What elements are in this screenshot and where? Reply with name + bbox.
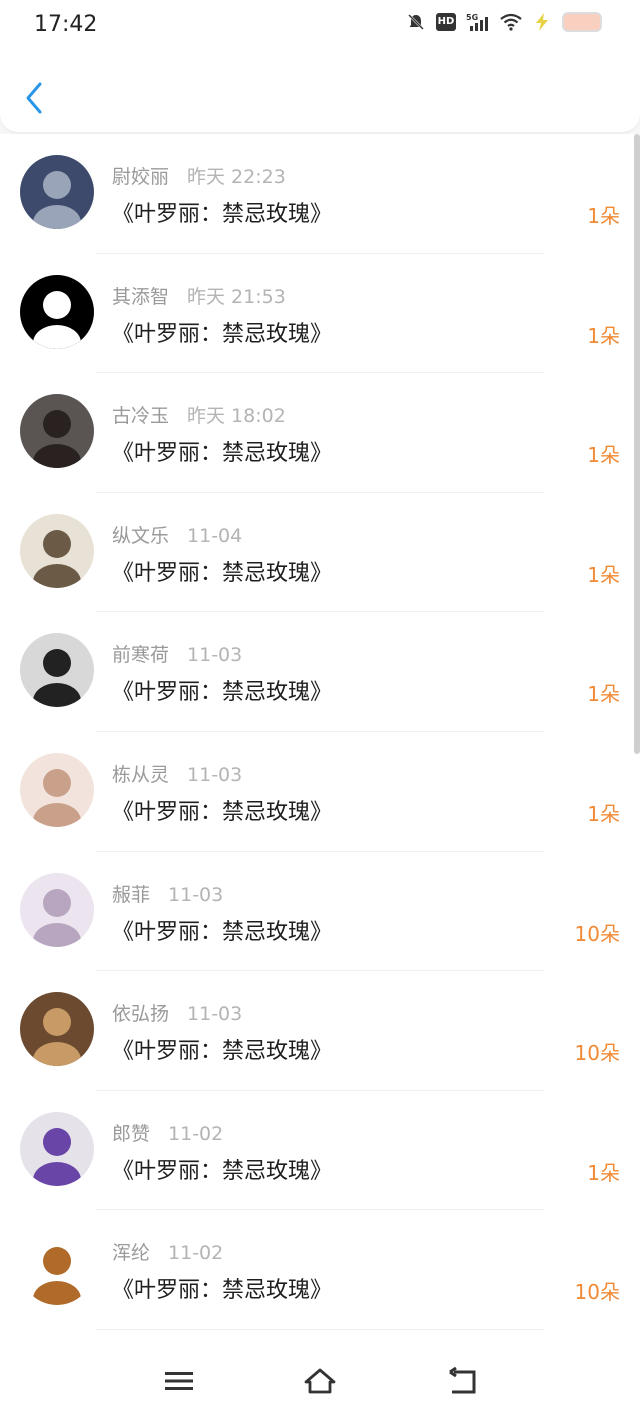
flower-count: 1朵 <box>587 1160 620 1185</box>
avatar[interactable] <box>20 394 94 469</box>
date-label: 11-03 <box>168 883 224 906</box>
top-header: 17:42 HD 5G <box>0 0 640 132</box>
avatar-image <box>20 1231 94 1306</box>
avatar-image <box>20 992 94 1067</box>
date-label: 11-02 <box>168 1122 224 1145</box>
date-label: 11-03 <box>187 763 243 786</box>
status-time: 17:42 <box>34 12 98 37</box>
back-icon[interactable] <box>444 1366 480 1396</box>
flower-count: 10朵 <box>574 921 620 946</box>
flower-count: 10朵 <box>574 1280 620 1305</box>
book-title: 《叶罗丽：禁忌玫瑰》 <box>112 1278 333 1304</box>
date-label: 11-03 <box>187 1003 243 1026</box>
status-icons: HD 5G <box>406 12 602 32</box>
date-label: 昨天 18:02 <box>187 405 286 428</box>
date-label: 11-02 <box>168 1242 224 1265</box>
avatar[interactable] <box>20 274 94 349</box>
flower-count: 1朵 <box>587 562 620 587</box>
list-item[interactable]: 栋从灵 11-03 《叶罗丽：禁忌玫瑰》 1朵 <box>0 732 640 852</box>
list-item[interactable]: 依弘扬 11-03 《叶罗丽：禁忌玫瑰》 10朵 <box>0 971 640 1091</box>
user-name: 其添智 <box>112 285 170 308</box>
user-meta: 前寒荷 11-03 <box>112 640 242 667</box>
avatar[interactable] <box>20 872 94 947</box>
list-item[interactable]: 前寒荷 11-03 《叶罗丽：禁忌玫瑰》 1朵 <box>0 612 640 732</box>
home-icon[interactable] <box>302 1366 338 1396</box>
charging-icon <box>536 13 548 31</box>
date-label: 11-04 <box>187 524 243 547</box>
date-label: 11-03 <box>187 644 243 667</box>
avatar-image <box>20 394 94 469</box>
book-title: 《叶罗丽：禁忌玫瑰》 <box>112 1039 333 1065</box>
scrollbar[interactable] <box>634 134 640 754</box>
user-meta: 依弘扬 11-03 <box>112 999 242 1026</box>
list-item[interactable]: 古冷玉 昨天 18:02 《叶罗丽：禁忌玫瑰》 1朵 <box>0 373 640 493</box>
gift-list: 尉姣丽 昨天 22:23 《叶罗丽：禁忌玫瑰》 1朵 其添智 昨天 21:53 《叶… <box>0 134 640 1330</box>
list-item[interactable]: 赧菲 11-03 《叶罗丽：禁忌玫瑰》 10朵 <box>0 852 640 972</box>
book-title: 《叶罗丽：禁忌玫瑰》 <box>112 919 333 945</box>
status-bar: 17:42 HD 5G <box>0 0 640 50</box>
list-item[interactable]: 其添智 昨天 21:53 《叶罗丽：禁忌玫瑰》 1朵 <box>0 254 640 374</box>
flower-count: 1朵 <box>587 204 620 228</box>
list-item[interactable]: 纵文乐 11-04 《叶罗丽：禁忌玫瑰》 1朵 <box>0 493 640 613</box>
book-title: 《叶罗丽：禁忌玫瑰》 <box>112 202 333 227</box>
book-title: 《叶罗丽：禁忌玫瑰》 <box>112 1158 333 1184</box>
mute-bell-icon <box>408 14 424 30</box>
avatar-image <box>20 872 94 947</box>
back-button[interactable] <box>20 78 50 118</box>
avatar[interactable] <box>20 1111 94 1186</box>
user-name: 赧菲 <box>112 883 151 906</box>
avatar-image <box>20 513 94 588</box>
network-label: 5G <box>466 13 478 22</box>
list-item[interactable]: 郎赞 11-02 《叶罗丽：禁忌玫瑰》 1朵 <box>0 1091 640 1211</box>
flower-count: 1朵 <box>587 323 620 348</box>
book-title: 《叶罗丽：禁忌玫瑰》 <box>112 560 333 586</box>
user-meta: 尉姣丽 昨天 22:23 <box>112 162 286 189</box>
date-label: 昨天 21:53 <box>187 285 286 308</box>
flower-count: 10朵 <box>574 1041 620 1066</box>
avatar-image <box>20 274 94 349</box>
hd-badge: HD <box>436 13 456 31</box>
avatar[interactable] <box>20 752 94 827</box>
book-title: 《叶罗丽：禁忌玫瑰》 <box>112 799 333 825</box>
book-title: 《叶罗丽：禁忌玫瑰》 <box>112 680 333 706</box>
avatar-image <box>20 155 94 229</box>
list-item[interactable]: 浑纶 11-02 《叶罗丽：禁忌玫瑰》 10朵 <box>0 1210 640 1330</box>
signal-icon: 5G <box>466 13 488 31</box>
avatar-image <box>20 1111 94 1186</box>
user-meta: 郎赞 11-02 <box>112 1119 223 1146</box>
system-nav-bar <box>0 1330 640 1423</box>
avatar[interactable] <box>20 992 94 1067</box>
avatar-image <box>20 752 94 827</box>
list-item[interactable]: 尉姣丽 昨天 22:23 《叶罗丽：禁忌玫瑰》 1朵 <box>0 134 640 254</box>
avatar-image <box>20 633 94 708</box>
user-name: 前寒荷 <box>112 644 170 667</box>
user-meta: 纵文乐 11-04 <box>112 521 242 548</box>
flower-count: 1朵 <box>587 801 620 826</box>
avatar[interactable] <box>20 513 94 588</box>
battery-icon <box>562 12 602 32</box>
flower-count: 1朵 <box>587 443 620 468</box>
user-name: 郎赞 <box>112 1122 151 1145</box>
user-meta: 其添智 昨天 21:53 <box>112 282 286 309</box>
user-meta: 古冷玉 昨天 18:02 <box>112 401 286 428</box>
user-meta: 栋从灵 11-03 <box>112 760 242 787</box>
book-title: 《叶罗丽：禁忌玫瑰》 <box>112 321 333 347</box>
user-name: 依弘扬 <box>112 1003 170 1026</box>
user-name: 栋从灵 <box>112 763 170 786</box>
flower-count: 1朵 <box>587 682 620 707</box>
wifi-icon <box>500 13 522 31</box>
avatar[interactable] <box>20 633 94 708</box>
user-name: 纵文乐 <box>112 524 170 547</box>
date-label: 昨天 22:23 <box>187 166 286 188</box>
user-name: 古冷玉 <box>112 405 170 428</box>
avatar[interactable] <box>20 155 94 229</box>
book-title: 《叶罗丽：禁忌玫瑰》 <box>112 441 333 467</box>
user-meta: 赧菲 11-03 <box>112 880 223 907</box>
user-name: 尉姣丽 <box>112 166 170 188</box>
avatar[interactable] <box>20 1231 94 1306</box>
menu-icon[interactable] <box>161 1366 197 1396</box>
chevron-left-icon <box>26 82 42 114</box>
user-name: 浑纶 <box>112 1242 151 1265</box>
user-meta: 浑纶 11-02 <box>112 1238 223 1265</box>
